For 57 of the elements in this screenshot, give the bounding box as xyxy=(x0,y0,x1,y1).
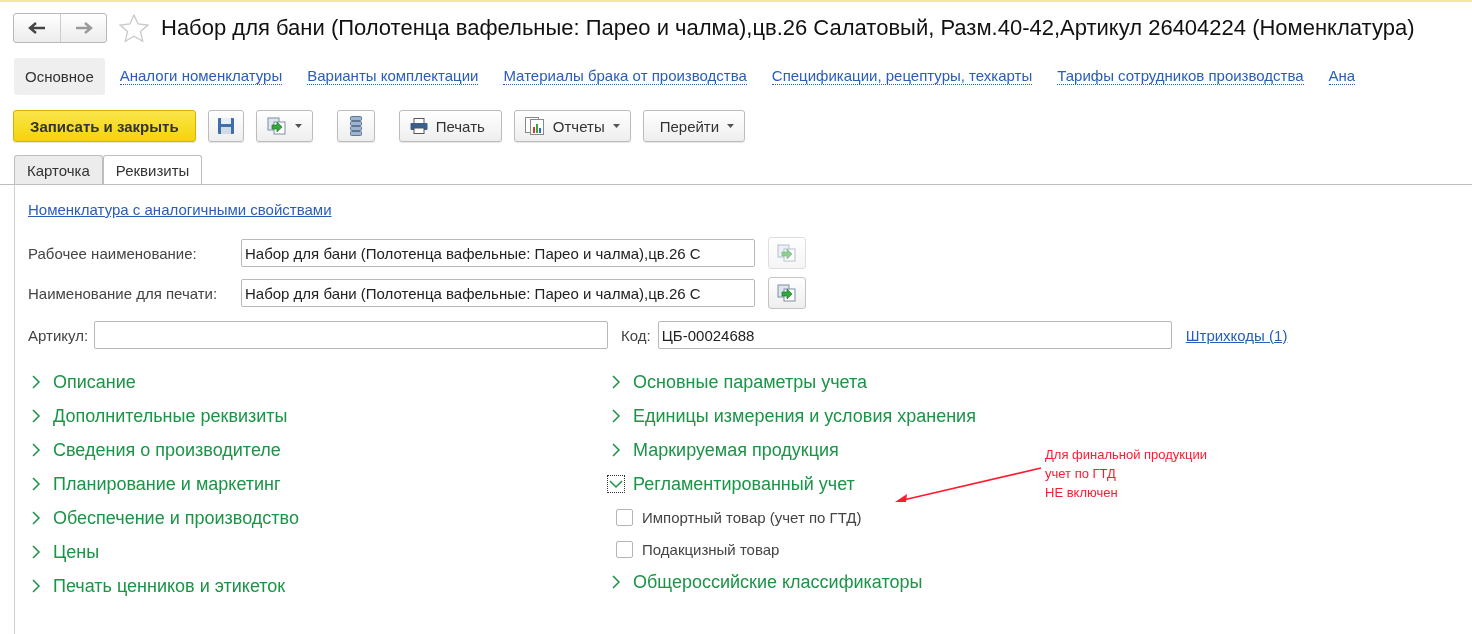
checkbox[interactable] xyxy=(616,540,633,558)
input-field[interactable] xyxy=(94,321,609,349)
field-label: Код: xyxy=(621,326,651,344)
checkbox[interactable] xyxy=(616,508,633,526)
caret-icon xyxy=(727,124,735,128)
section-toggle[interactable]: Планирование и маркетинг xyxy=(28,467,281,501)
star-icon[interactable] xyxy=(119,13,149,43)
caret-icon xyxy=(612,124,620,128)
section-toggle[interactable]: Основные параметры учета xyxy=(608,365,867,399)
input-field[interactable]: ЦБ-00024688 xyxy=(657,321,1172,349)
section-link[interactable]: Тарифы сотрудников производства xyxy=(1057,67,1304,85)
section-toggle[interactable]: Единицы измерения и условия хранения xyxy=(608,399,976,433)
section-toggle[interactable]: Дополнительные реквизиты xyxy=(28,399,288,433)
section-toggle[interactable]: Печать ценников и этикеток xyxy=(28,569,286,603)
section-toggle[interactable]: Описание xyxy=(28,365,136,399)
barcodes-link[interactable]: Штрихкоды (1) xyxy=(1185,326,1288,344)
goto-button[interactable]: Перейти xyxy=(642,110,746,142)
field-label: Наименование для печати: xyxy=(28,284,219,302)
tab[interactable]: Реквизиты xyxy=(102,155,203,184)
copy-icon xyxy=(777,244,797,262)
window-title: Набор для бани (Полотенца вафельные: Парео и чалма),цв.26 Салатовый, Разм.40-42,Артикул 26404224 (Номенклатура) xyxy=(161,15,1415,41)
copy-icon xyxy=(777,284,797,302)
section-link[interactable]: Ана xyxy=(1328,67,1356,85)
field-label: Артикул: xyxy=(28,326,89,344)
printer-icon xyxy=(409,118,428,134)
section-toggle[interactable]: Общероссийские классификаторы xyxy=(608,565,923,599)
save-button[interactable] xyxy=(207,110,244,142)
stack-icon xyxy=(349,116,362,136)
reports-button[interactable]: Отчеты xyxy=(513,110,631,142)
print-button[interactable]: Печать xyxy=(398,110,502,142)
copy-icon xyxy=(266,117,287,135)
list-button[interactable] xyxy=(336,110,375,142)
back-arrow-icon xyxy=(28,22,46,34)
caret-icon xyxy=(294,124,302,128)
input-field[interactable]: Набор для бани (Полотенца вафельные: Парео и чалма),цв.26 С xyxy=(241,279,755,307)
copy-dropdown-button[interactable] xyxy=(255,110,313,142)
section-link[interactable]: Материалы брака от производства xyxy=(503,67,747,85)
annotation-note: Для финальной продукции учет по ГТД НЕ включен xyxy=(1045,446,1207,502)
chevron-icon xyxy=(608,476,624,492)
section-toggle[interactable]: Цены xyxy=(28,535,100,569)
section-link[interactable]: Основное xyxy=(14,57,105,95)
checkbox-label: Импортный товар (учет по ГТД) xyxy=(642,508,862,526)
section-toggle[interactable]: Обеспечение и производство xyxy=(28,501,299,535)
section-link[interactable]: Аналоги номенклатуры xyxy=(119,67,283,85)
similar-items-link[interactable]: Номенклатура с аналогичными свойствами xyxy=(28,201,332,218)
field-label: Рабочее наименование: xyxy=(28,244,198,262)
forward-arrow-icon xyxy=(74,22,93,34)
save-close-button[interactable]: Записать и закрыть xyxy=(13,110,196,142)
section-toggle[interactable]: Маркируемая продукция xyxy=(608,433,839,467)
section-link[interactable]: Варианты комплектации xyxy=(307,67,479,85)
tab[interactable]: Карточка xyxy=(14,155,103,184)
checkbox-label: Подакцизный товар xyxy=(642,540,780,558)
copy-button[interactable] xyxy=(768,277,806,309)
section-toggle[interactable]: Регламентированный учет xyxy=(608,467,855,501)
section-toggle[interactable]: Сведения о производителе xyxy=(28,433,281,467)
report-chart-icon xyxy=(524,117,545,135)
section-link[interactable]: Спецификации, рецептуры, техкарты xyxy=(771,67,1033,85)
